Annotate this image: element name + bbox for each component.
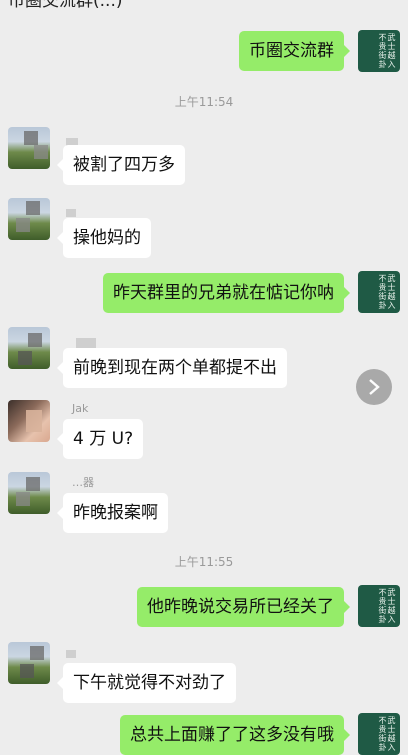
message-bubble-incoming[interactable]: 4 万 U? xyxy=(56,419,144,459)
message-bubble-incoming[interactable]: 下午就觉得不对劲了 xyxy=(57,663,236,703)
avatar-friend[interactable] xyxy=(8,127,50,169)
timestamp: 上午11:54 xyxy=(174,95,234,109)
avatar-calligraphy: 武士越入不贵街卦 xyxy=(378,274,396,310)
avatar-friend[interactable] xyxy=(8,642,50,684)
avatar-friend[interactable] xyxy=(8,472,50,514)
timestamp: 上午11:55 xyxy=(174,555,234,569)
sender-name: …器 xyxy=(72,476,94,489)
avatar-calligraphy: 武士越入不贵街卦 xyxy=(378,588,396,624)
avatar-friend[interactable] xyxy=(8,198,50,240)
message-bubble-incoming[interactable]: 昨晚报案啊 xyxy=(57,493,168,533)
chat-title: 币圈交流群(...) xyxy=(8,0,123,10)
forward-button[interactable] xyxy=(356,369,392,405)
message-bubble-outgoing[interactable]: 币圈交流群 xyxy=(239,31,350,71)
avatar-friend-photo[interactable] xyxy=(8,400,50,442)
avatar-friend[interactable] xyxy=(8,327,50,369)
message-bubble-outgoing[interactable]: 他昨晚说交易所已经关了 xyxy=(137,587,350,627)
chevron-right-icon xyxy=(369,379,380,395)
message-bubble-outgoing[interactable]: 昨天群里的兄弟就在惦记你呐 xyxy=(103,273,350,313)
avatar-self[interactable]: 武士越入不贵街卦 xyxy=(358,271,400,313)
avatar-self[interactable]: 武士越入不贵街卦 xyxy=(358,30,400,72)
chat-title-bar: 币圈交流群(...) xyxy=(0,0,408,10)
message-bubble-incoming[interactable]: 前晚到现在两个单都提不出 xyxy=(57,348,287,388)
avatar-calligraphy: 武士越入不贵街卦 xyxy=(378,716,396,752)
avatar-self[interactable]: 武士越入不贵街卦 xyxy=(358,713,400,755)
sender-name: Jak xyxy=(72,402,89,415)
avatar-self[interactable]: 武士越入不贵街卦 xyxy=(358,585,400,627)
message-bubble-outgoing[interactable]: 总共上面赚了了这多没有哦 xyxy=(120,715,350,755)
avatar-calligraphy: 武士越入不贵街卦 xyxy=(378,33,396,69)
message-bubble-incoming[interactable]: 被割了四万多 xyxy=(57,145,185,185)
message-bubble-incoming[interactable]: 操他妈的 xyxy=(57,218,151,258)
